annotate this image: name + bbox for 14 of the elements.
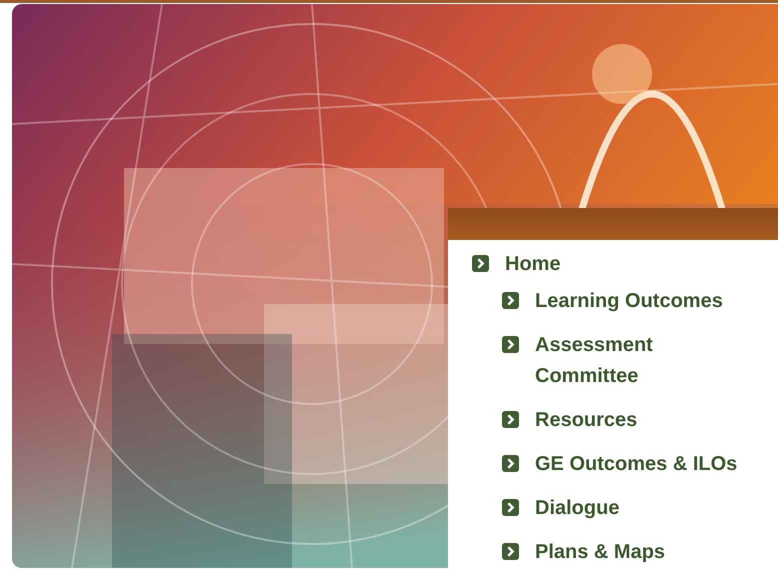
nav-link[interactable]: Learning Outcomes <box>502 286 752 317</box>
chevron-icon <box>502 336 519 353</box>
nav-link[interactable]: Plans & Maps <box>502 537 752 568</box>
nav-link[interactable]: GE Outcomes & ILOs <box>502 449 752 480</box>
nav-link[interactable]: Dialogue <box>502 493 752 524</box>
chevron-icon <box>502 455 519 472</box>
chevron-icon <box>472 255 489 272</box>
chevron-icon <box>502 292 519 309</box>
chevron-icon <box>502 499 519 516</box>
chevron-icon <box>502 411 519 428</box>
nav-link[interactable]: Resources <box>502 405 752 436</box>
chevron-icon <box>502 543 519 560</box>
nav-link[interactable]: Assessment Committee <box>502 330 752 392</box>
nav-link[interactable]: Home <box>472 249 722 280</box>
